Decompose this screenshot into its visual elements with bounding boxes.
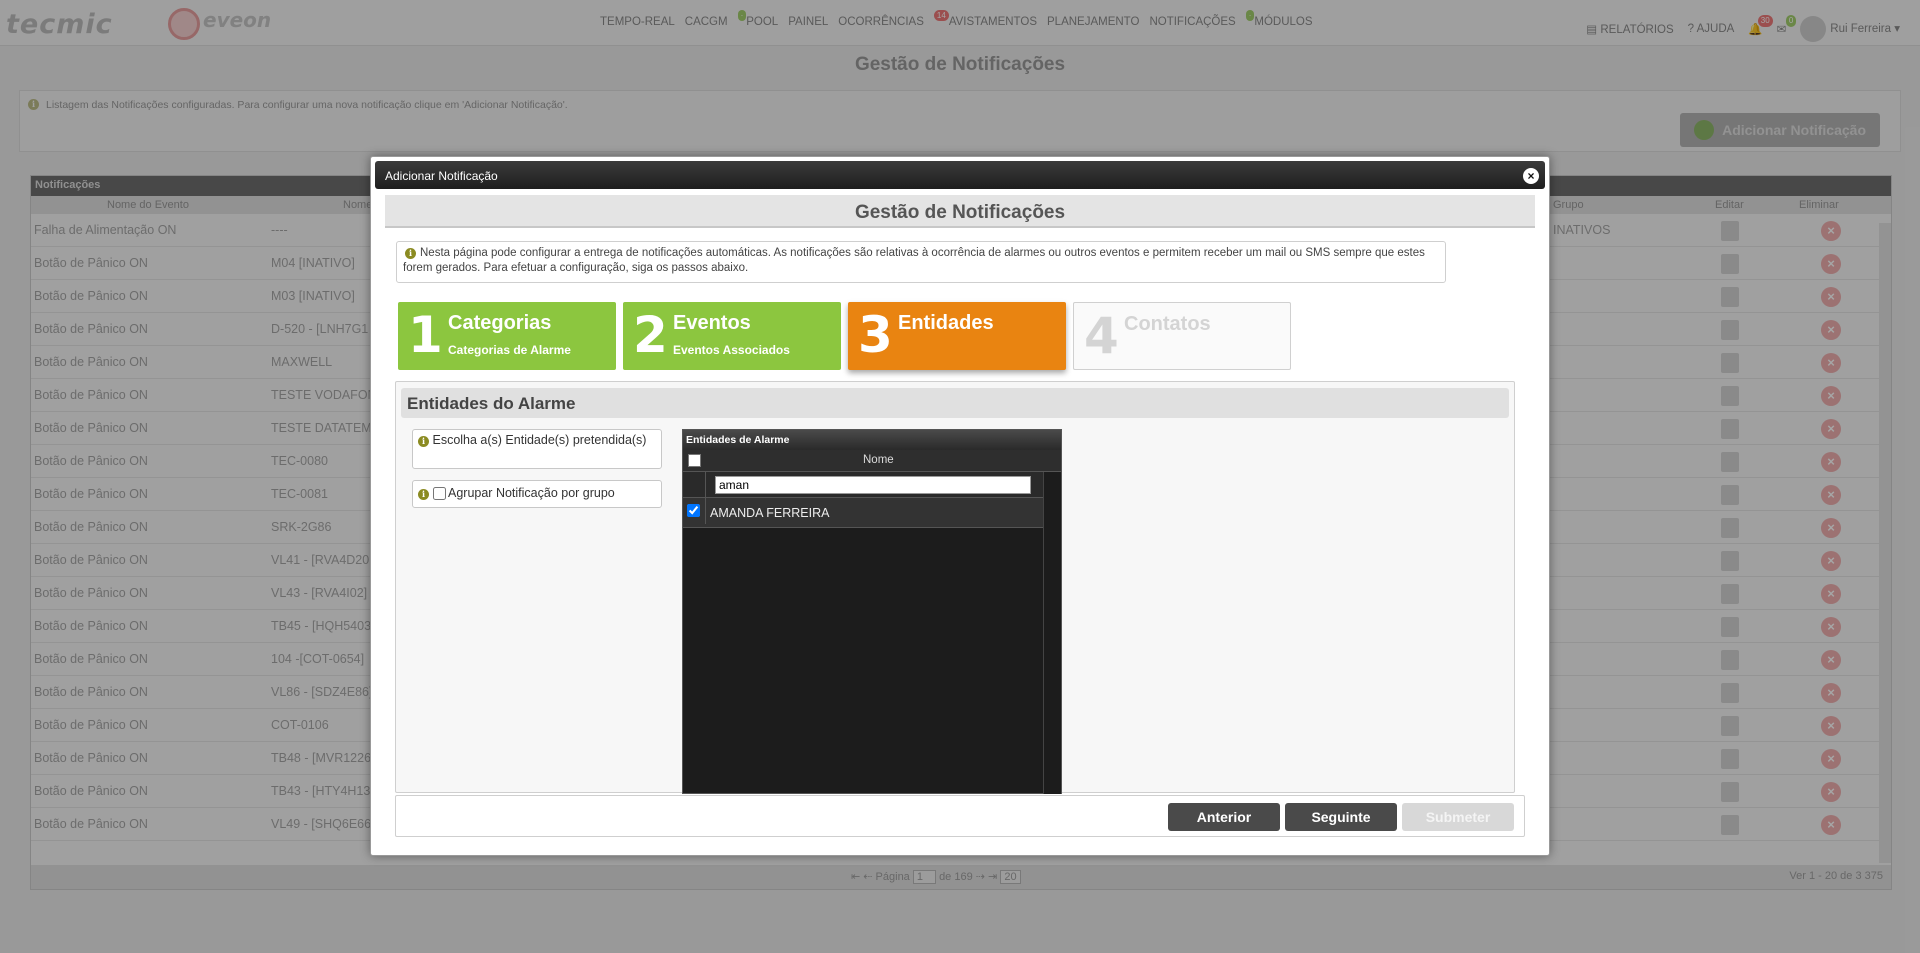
entities-grid: Entidades de Alarme Nome AMANDA FERREIRA bbox=[682, 429, 1062, 794]
info-icon: i bbox=[418, 489, 429, 500]
column-divider bbox=[705, 472, 706, 524]
step-entidades[interactable]: 3 Entidades bbox=[848, 302, 1066, 370]
next-button[interactable]: Seguinte bbox=[1285, 803, 1397, 831]
entity-row[interactable]: AMANDA FERREIRA bbox=[683, 498, 1043, 528]
group-notification-label[interactable]: Agrupar Notificação por grupo bbox=[448, 486, 615, 500]
group-notification-checkbox[interactable] bbox=[433, 487, 446, 501]
submit-button[interactable]: Submeter bbox=[1402, 803, 1514, 831]
dialog-heading: Gestão de Notificações bbox=[385, 195, 1535, 228]
dialog-titlebar: Adicionar Notificação × bbox=[375, 161, 1545, 189]
previous-button[interactable]: Anterior bbox=[1168, 803, 1280, 831]
info-icon: i bbox=[418, 436, 429, 447]
select-all-checkbox[interactable] bbox=[688, 454, 701, 467]
entities-grid-title: Entidades de Alarme bbox=[683, 430, 1061, 450]
group-notification-option: i Agrupar Notificação por grupo bbox=[412, 480, 662, 508]
entity-row-checkbox[interactable] bbox=[687, 504, 700, 517]
entities-section: Entidades do Alarme i Escolha a(s) Entid… bbox=[395, 381, 1515, 794]
entities-scrollbar[interactable] bbox=[1043, 472, 1061, 794]
entities-grid-header: Nome bbox=[683, 450, 1061, 472]
info-icon: i bbox=[405, 248, 416, 259]
step-eventos[interactable]: 2 Eventos Eventos Associados bbox=[623, 302, 841, 370]
wizard-steps: 1 Categorias Categorias de Alarme 2 Even… bbox=[398, 302, 1291, 370]
dialog-info-box: i Nesta página pode configurar a entrega … bbox=[396, 241, 1446, 283]
dialog-info-text: Nesta página pode configurar a entrega d… bbox=[403, 247, 1425, 274]
add-notification-dialog: Adicionar Notificação × Gestão de Notifi… bbox=[370, 156, 1550, 856]
entity-row-name: AMANDA FERREIRA bbox=[710, 506, 830, 520]
step-contatos[interactable]: 4 Contatos bbox=[1073, 302, 1291, 370]
section-title: Entidades do Alarme bbox=[401, 388, 1509, 418]
step-categorias[interactable]: 1 Categorias Categorias de Alarme bbox=[398, 302, 616, 370]
close-icon[interactable]: × bbox=[1523, 168, 1539, 184]
entity-filter-input[interactable] bbox=[715, 476, 1031, 494]
entities-filter-row bbox=[683, 472, 1061, 498]
choose-entities-hint: i Escolha a(s) Entidade(s) pretendida(s) bbox=[412, 429, 662, 469]
dialog-footer: Anterior Seguinte Submeter bbox=[395, 795, 1525, 837]
col-nome[interactable]: Nome bbox=[863, 454, 894, 466]
dialog-title: Adicionar Notificação bbox=[385, 169, 498, 183]
